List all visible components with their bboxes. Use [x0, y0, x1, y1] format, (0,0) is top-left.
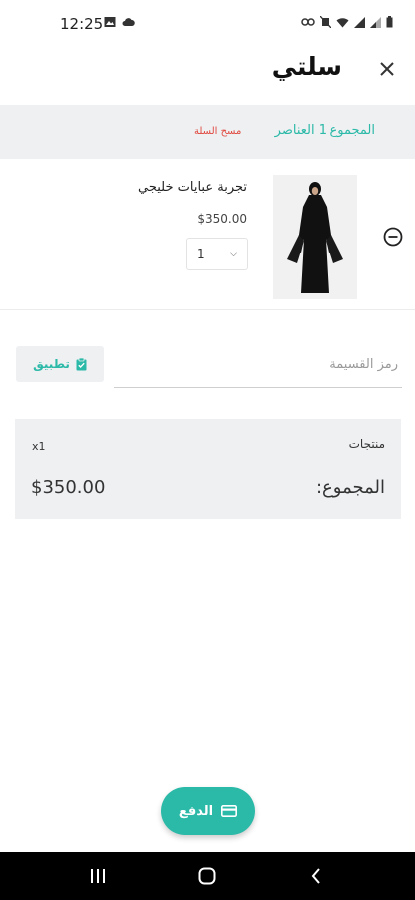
clear-cart-link[interactable]: مسح السلة [194, 126, 241, 137]
cart-summary-bar: المجموع 1 العناصر مسح السلة [0, 105, 415, 159]
close-icon [380, 62, 394, 76]
close-button[interactable] [374, 56, 400, 82]
recent-apps-button[interactable] [86, 866, 110, 886]
products-count: x1 [32, 440, 46, 453]
total-label: المجموع: [315, 477, 385, 498]
cloud-icon [122, 18, 135, 26]
total-value: $350.00 [31, 477, 106, 498]
image-icon [104, 17, 116, 27]
checkout-label: الدفع [178, 803, 214, 819]
link-icon [301, 18, 315, 26]
home-icon [198, 867, 216, 885]
wifi-icon [336, 17, 349, 27]
page-title: سلتي [271, 52, 342, 81]
product-name[interactable]: تجربة عبايات خليجي [138, 180, 247, 195]
abaya-product-photo [273, 175, 357, 299]
back-icon [311, 868, 320, 884]
quantity-select[interactable]: 1 ⌵ [186, 238, 248, 270]
apply-coupon-label: تطبيق [33, 357, 70, 371]
mute-icon [320, 16, 331, 28]
summary-total-label: المجموع [329, 123, 375, 138]
recent-apps-icon [91, 869, 105, 883]
status-time: 12:25 [60, 15, 104, 33]
home-button[interactable] [195, 866, 219, 886]
app-header: سلتي [0, 48, 415, 104]
summary-items-count: 1 العناصر [274, 123, 327, 138]
product-image[interactable] [273, 175, 357, 299]
signal-icon [354, 16, 365, 28]
status-bar: 12:25 [0, 0, 415, 48]
quantity-value: 1 [197, 247, 205, 261]
remove-item-button[interactable] [383, 227, 403, 247]
product-price: $350.00 [197, 212, 247, 226]
checkout-button[interactable]: الدفع [161, 787, 255, 835]
credit-card-icon [221, 805, 238, 817]
apply-coupon-button[interactable]: تطبيق [16, 346, 104, 382]
chevron-down-icon: ⌵ [230, 249, 237, 259]
minus-circle-icon [383, 227, 403, 247]
clipboard-check-icon [76, 357, 87, 370]
cart-item: تجربة عبايات خليجي $350.00 1 ⌵ [0, 160, 415, 310]
back-button[interactable] [304, 866, 328, 886]
battery-icon [386, 16, 393, 28]
products-label: منتجات [348, 437, 385, 451]
order-totals: منتجات x1 المجموع: $350.00 [15, 419, 401, 519]
signal-icon [370, 16, 381, 28]
coupon-code-input[interactable] [114, 342, 402, 388]
system-nav-bar [0, 852, 415, 900]
